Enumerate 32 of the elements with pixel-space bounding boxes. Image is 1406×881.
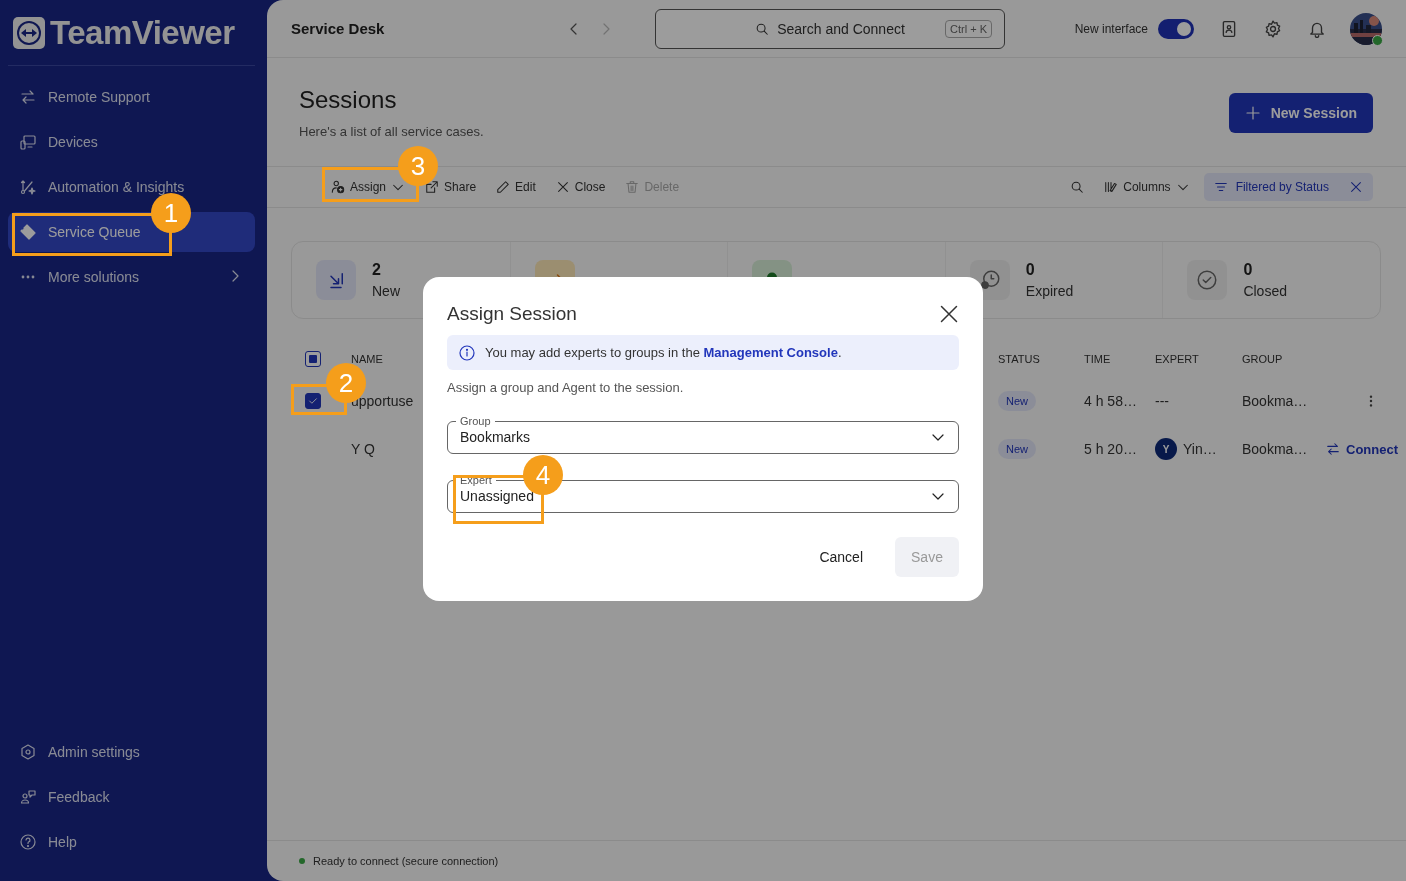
status-badge: New — [998, 391, 1036, 411]
column-header: NAME — [351, 353, 383, 365]
table-cell: Y Q — [351, 441, 375, 457]
stat-count: 2 — [372, 261, 382, 279]
column-header: STATUS — [998, 353, 1040, 365]
table-cell: Bookma… — [1242, 393, 1308, 409]
table-cell: Yin… — [1183, 441, 1217, 457]
column-header: EXPERT — [1155, 353, 1199, 365]
expert-avatar: Y — [1155, 438, 1177, 460]
shortcut-hint: Ctrl + K — [945, 19, 992, 38]
table-cell: 5 h 20… — [1084, 441, 1137, 457]
table-cell: 4 h 58… — [1084, 393, 1137, 409]
info-message: You may add experts to groups in the Management Console. — [485, 345, 842, 360]
toggle-label: New interface — [1074, 21, 1148, 36]
dialog-title: Assign Session — [447, 303, 577, 325]
stat-count: 0 — [1243, 261, 1254, 279]
stat-count: 0 — [1025, 261, 1036, 279]
column-header: GROUP — [1242, 353, 1283, 365]
table-cell: --- — [1155, 393, 1169, 409]
table-cell: Bookma… — [1242, 441, 1308, 457]
app-logo-text: TeamViewer — [50, 13, 235, 52]
page-header-title: Service Desk — [291, 20, 386, 37]
stat-label: Expired — [1025, 283, 1074, 299]
page-subtitle: Here's a list of all service cases. — [299, 124, 484, 139]
dialog-description: Assign a group and Agent to the session. — [447, 380, 685, 395]
page-title: Sessions — [299, 86, 398, 114]
column-header: TIME — [1084, 353, 1111, 365]
stat-label: Closed — [1243, 283, 1287, 299]
stat-label: New — [372, 283, 400, 299]
table-cell: upportuse — [351, 393, 414, 409]
status-text: Ready to connect (secure connection) — [313, 855, 499, 867]
status-badge: New — [998, 439, 1036, 459]
